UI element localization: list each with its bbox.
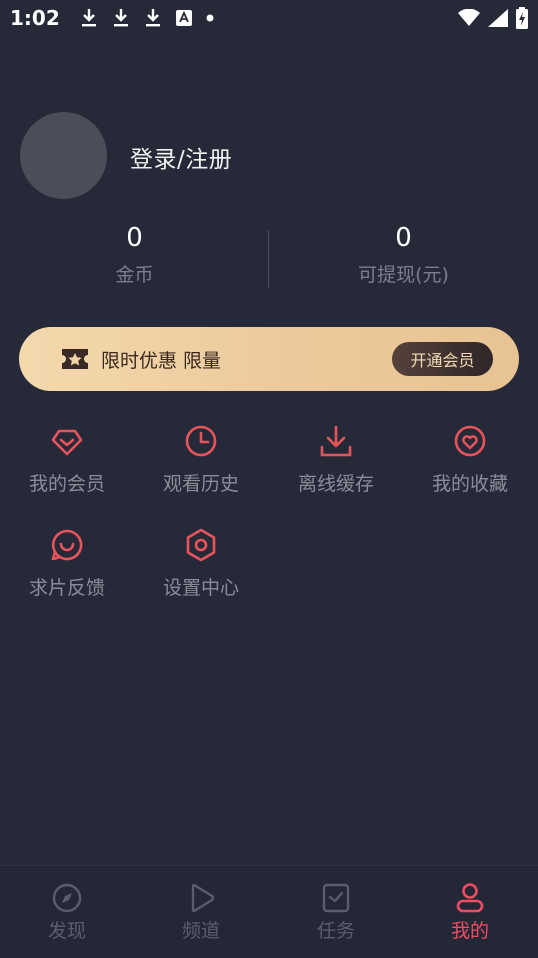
nav-item-discover[interactable]: 发现 (0, 882, 134, 943)
status-right (458, 7, 528, 29)
menu-item-settings-center[interactable]: 设置中心 (134, 527, 268, 600)
menu-label: 我的收藏 (431, 473, 508, 495)
status-time: 1:02 (10, 6, 60, 30)
nav-item-channel[interactable]: 频道 (134, 882, 268, 943)
clock-icon (185, 425, 217, 457)
task-icon (322, 883, 350, 913)
nav-label: 频道 (181, 920, 220, 942)
menu-item-offline-cache[interactable]: 离线缓存 (269, 423, 403, 496)
download-icon (112, 8, 130, 28)
wifi-icon (458, 9, 480, 27)
user-icon (456, 883, 484, 913)
open-vip-button[interactable]: 开通会员 (392, 342, 493, 376)
nav-item-mine[interactable]: 我的 (403, 882, 537, 943)
vip-banner[interactable]: 限时优惠 限量 开通会员 (19, 327, 519, 391)
nav-item-tasks[interactable]: 任务 (269, 882, 403, 943)
menu-item-watch-history[interactable]: 观看历史 (134, 423, 268, 496)
status-bar: 1:02 (0, 0, 538, 36)
coins-label: 金币 (115, 264, 154, 286)
avatar[interactable] (20, 112, 107, 199)
ticket-star-icon (60, 347, 90, 375)
vip-promo-text: 限时优惠 限量 (101, 350, 222, 372)
menu-item-my-vip[interactable]: 我的会员 (0, 423, 134, 496)
settings-icon (186, 528, 216, 562)
coins-stat[interactable]: 0 金币 (0, 222, 269, 287)
menu-label: 离线缓存 (297, 473, 374, 495)
signal-icon (488, 9, 508, 27)
withdraw-stat[interactable]: 0 可提现(元) (269, 222, 538, 287)
compass-icon (52, 883, 82, 913)
dot-icon (206, 14, 214, 22)
login-register-link[interactable]: 登录/注册 (130, 140, 232, 174)
bottom-nav: 发现 频道 任务 我的 (0, 865, 538, 958)
battery-charging-icon (516, 7, 528, 29)
withdraw-label: 可提现(元) (358, 264, 449, 286)
status-left: 1:02 (10, 6, 214, 30)
nav-label: 我的 (450, 920, 489, 942)
menu-label: 我的会员 (28, 473, 105, 495)
nav-label: 发现 (47, 920, 86, 942)
nav-label: 任务 (316, 920, 355, 942)
menu-label: 设置中心 (162, 577, 239, 599)
stats-panel: 0 金币 0 可提现(元) (0, 222, 538, 292)
menu-label: 观看历史 (162, 473, 239, 495)
menu-item-request-feedback[interactable]: 求片反馈 (0, 527, 134, 600)
menu-label: 求片反馈 (28, 577, 105, 599)
withdraw-value: 0 (395, 223, 412, 253)
menu-item-my-favorites[interactable]: 我的收藏 (403, 423, 537, 496)
download-icon (80, 8, 98, 28)
feedback-icon (51, 529, 83, 561)
download-icon (144, 8, 162, 28)
diamond-icon (51, 429, 83, 456)
heart-icon (454, 425, 486, 457)
play-icon (191, 883, 215, 913)
download-icon (320, 425, 352, 457)
translate-icon (175, 10, 192, 26)
coins-value: 0 (126, 223, 143, 253)
